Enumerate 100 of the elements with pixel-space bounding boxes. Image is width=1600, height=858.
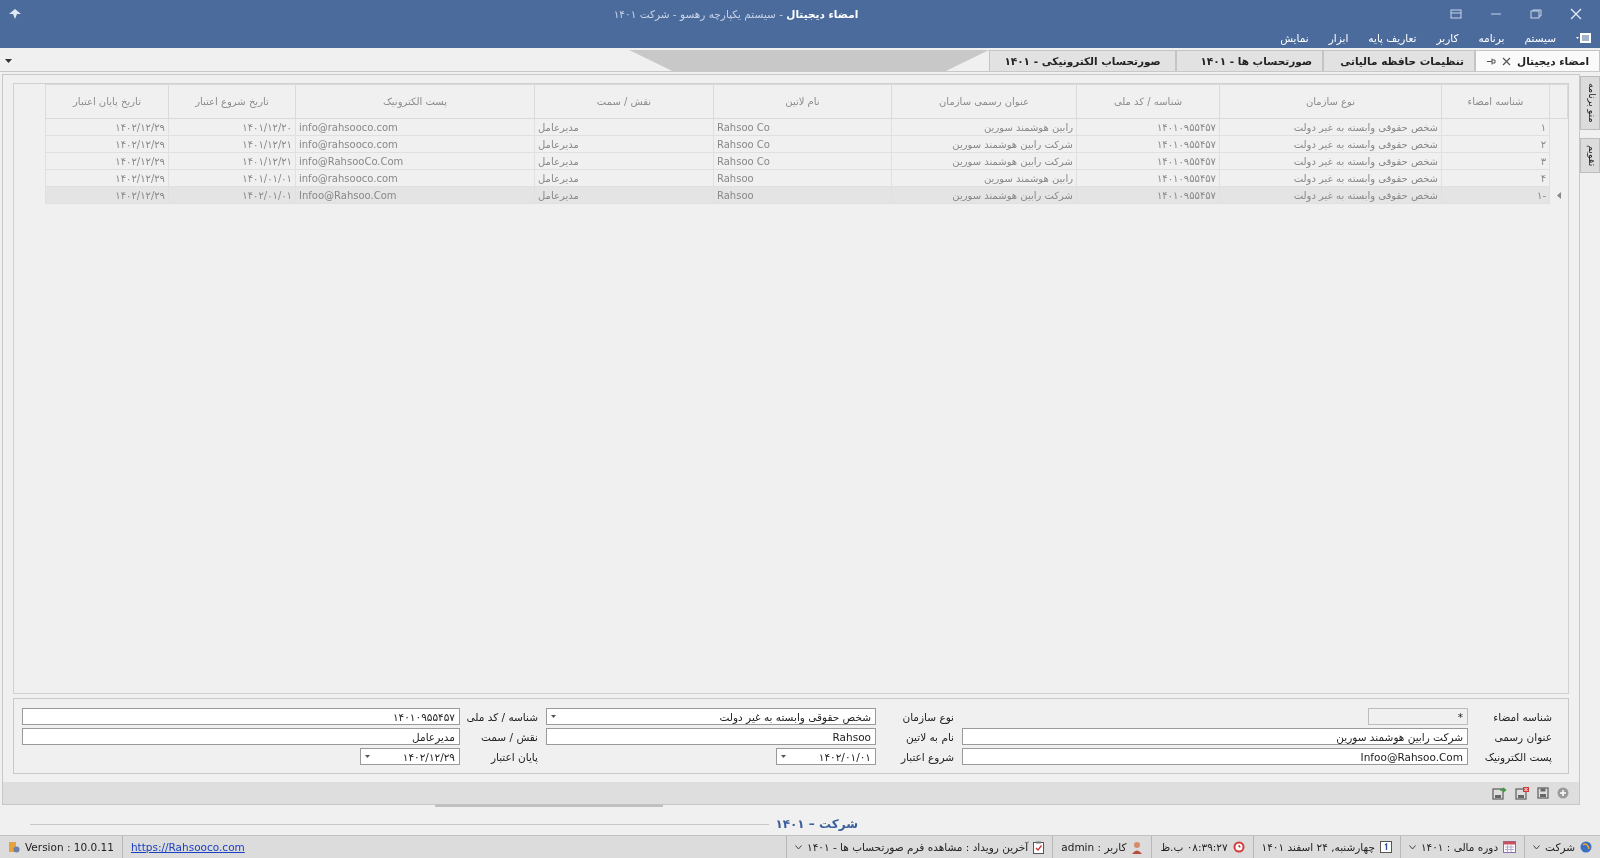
document-tab[interactable]: امضاء دیجیتال: [1475, 50, 1600, 71]
table-cell: ۱۴۰۱/۱۲/۲۰: [168, 118, 296, 136]
calendar-day-icon: [1379, 841, 1392, 853]
caret-icon: [365, 755, 370, 758]
table-cell: ۱۴۰۱۰۹۵۵۴۵۷: [1076, 135, 1220, 153]
close-icon[interactable]: [1502, 56, 1512, 66]
status-text[interactable]: چهارشنبه, ۲۴ اسفند ۱۴۰۱: [1261, 841, 1375, 853]
add-icon[interactable]: [1557, 787, 1569, 799]
field-label: نوع سازمان: [901, 710, 955, 723]
table-cell: ۱۴۰۱/۰۱/۰۱: [168, 169, 296, 187]
field-label: شروع اعتبار: [899, 750, 955, 763]
website-link[interactable]: https://Rahsooco.com: [130, 841, 245, 853]
menu-item[interactable]: برنامه: [1478, 32, 1505, 44]
status-text[interactable]: دوره مالی : ۱۴۰۱: [1420, 841, 1499, 853]
save-export-icon[interactable]: [1492, 786, 1507, 800]
save-icon[interactable]: [1537, 787, 1549, 799]
input-field[interactable]: Rahsoo: [546, 728, 876, 745]
table-cell: ۱: [1441, 118, 1550, 136]
menu-item[interactable]: تعاریف پایه: [1368, 32, 1417, 44]
caret-icon: [551, 715, 556, 718]
table-cell: info@rahsooco.com: [295, 135, 535, 153]
caret-icon: [781, 755, 786, 758]
row-indicator-icon: [1556, 191, 1561, 199]
globe-icon: [1580, 841, 1592, 853]
table-cell: رابین هوشمند سورین: [891, 118, 1077, 136]
dropdown-field[interactable]: ۱۴۰۲/۱۲/۲۹: [360, 748, 460, 765]
input-field[interactable]: شرکت رابین هوشمند سورین: [962, 728, 1468, 745]
chevron-down-icon[interactable]: [1533, 844, 1541, 850]
field-label: نام به لاتین: [905, 730, 955, 743]
table-cell: ۱۴۰۲/۱۲/۲۹: [45, 152, 169, 170]
document-tab[interactable]: صورتحساب ها - ۱۴۰۱: [1176, 50, 1324, 71]
input-field[interactable]: مدیرعامل: [22, 728, 460, 745]
table-cell: Rahsoo Co: [713, 118, 892, 136]
document-tab[interactable]: صورتحساب الکترونیکی - ۱۴۰۱: [989, 50, 1177, 71]
field-label: پست الکترونیک: [1483, 750, 1553, 763]
table-cell: شرکت رابین هوشمند سورین: [891, 152, 1077, 170]
menu-item[interactable]: کاربر: [1436, 32, 1459, 44]
table-cell: ۴: [1441, 169, 1550, 187]
table-cell: شخص حقوقی وابسته به غیر دولت: [1219, 135, 1442, 153]
restore-icon[interactable]: [1530, 9, 1542, 19]
table-cell: info@rahsooco.com: [295, 169, 535, 187]
table-cell: ۱۴۰۱۰۹۵۵۴۵۷: [1076, 118, 1220, 136]
table-cell: ۱۴۰۱۰۹۵۵۴۵۷: [1076, 169, 1220, 187]
company-title: شرکت – ۱۴۰۱: [775, 817, 859, 831]
version-text: Version : 10.0.11: [25, 841, 114, 853]
table-cell: ۳: [1441, 152, 1550, 170]
status-text[interactable]: کاربر : admin: [1061, 841, 1127, 853]
table-cell: شخص حقوقی وابسته به غیر دولت: [1219, 118, 1442, 136]
table-cell: Rahsoo Co: [713, 152, 892, 170]
pin-icon[interactable]: [1486, 56, 1497, 66]
side-tab[interactable]: منو برنامه: [1580, 76, 1600, 130]
version-icon: [8, 841, 20, 853]
table-cell: ۱۴۰۲/۱۲/۲۹: [45, 135, 169, 153]
table-cell: Rahsoo Co: [713, 135, 892, 153]
table-cell: ۱۴۰۲/۱۲/۲۹: [45, 118, 169, 136]
field-label: شناسه / کد ملی: [465, 710, 539, 723]
status-text[interactable]: شرکت: [1545, 841, 1575, 853]
input-field[interactable]: Infoo@Rahsoo.Com: [962, 748, 1468, 765]
table-cell: شرکت رابین هوشمند سورین: [891, 135, 1077, 153]
table-cell: ۱۴۰۱۰۹۵۵۴۵۷: [1076, 152, 1220, 170]
status-text[interactable]: آخرین رویداد : مشاهده فرم صورتحساب ها - ۱۴۰۱: [807, 841, 1029, 853]
field-label: نقش / سمت: [480, 730, 539, 743]
side-tab[interactable]: تقویم: [1580, 137, 1600, 173]
chevron-down-icon[interactable]: [795, 844, 803, 850]
table-cell: info@RahsooCo.Com: [295, 152, 535, 170]
clock-icon: [1232, 841, 1245, 853]
table-cell: ۱۴۰۱/۱۲/۲۱: [168, 135, 296, 153]
window-title: امضاء دیجیتال - سیستم یکپارچه رهسو - شرکت ۱۴۰۱: [612, 8, 860, 20]
caret-icon[interactable]: [5, 58, 12, 63]
table-cell: ۲: [1441, 135, 1550, 153]
dropdown-field[interactable]: شخص حقوقی وابسته به غیر دولت: [546, 708, 876, 725]
table-cell: ۱۴۰۱/۱۲/۲۱: [168, 152, 296, 170]
chevron-down-icon[interactable]: [1408, 844, 1416, 850]
table-cell: شخص حقوقی وابسته به غیر دولت: [1219, 152, 1442, 170]
field-label: شناسه امضاء: [1492, 710, 1553, 723]
document-tab[interactable]: تنظیمات حافظه مالیاتی: [1323, 50, 1476, 71]
table-cell: مدیرعامل: [534, 135, 714, 153]
input-field[interactable]: ۱۴۰۱۰۹۵۵۴۵۷: [22, 708, 460, 725]
table-cell: Rahsoo: [713, 169, 892, 187]
layout-icon[interactable]: [1450, 9, 1462, 19]
status-text[interactable]: ۰۸:۳۹:۲۷ ب.ظ: [1160, 841, 1228, 853]
table-cell: مدیرعامل: [534, 152, 714, 170]
menu-item[interactable]: سیستم: [1524, 32, 1556, 44]
menu-item[interactable]: ابزار: [1328, 32, 1349, 44]
field-label: عنوان رسمی: [1493, 730, 1553, 743]
user-icon: [1131, 840, 1144, 854]
save-cancel-icon[interactable]: [1515, 786, 1529, 800]
calendar-icon: [1503, 841, 1517, 853]
table-cell: مدیرعامل: [534, 118, 714, 136]
table-cell: شخص حقوقی وابسته به غیر دولت: [1219, 169, 1442, 187]
app-logo-icon: [8, 8, 22, 20]
input-field[interactable]: *: [1368, 708, 1468, 725]
table-cell: info@rahsooco.com: [295, 118, 535, 136]
menu-item[interactable]: نمایش: [1280, 32, 1309, 44]
menu-icon[interactable]: [1576, 32, 1592, 44]
table-cell: مدیرعامل: [534, 169, 714, 187]
field-label: پایان اعتبار: [489, 750, 539, 763]
dropdown-field[interactable]: ۱۴۰۲/۰۱/۰۱: [776, 748, 876, 765]
table-cell: ۱۴۰۲/۱۲/۲۹: [45, 169, 169, 187]
table-cell: رابین هوشمند سورین: [891, 169, 1077, 187]
